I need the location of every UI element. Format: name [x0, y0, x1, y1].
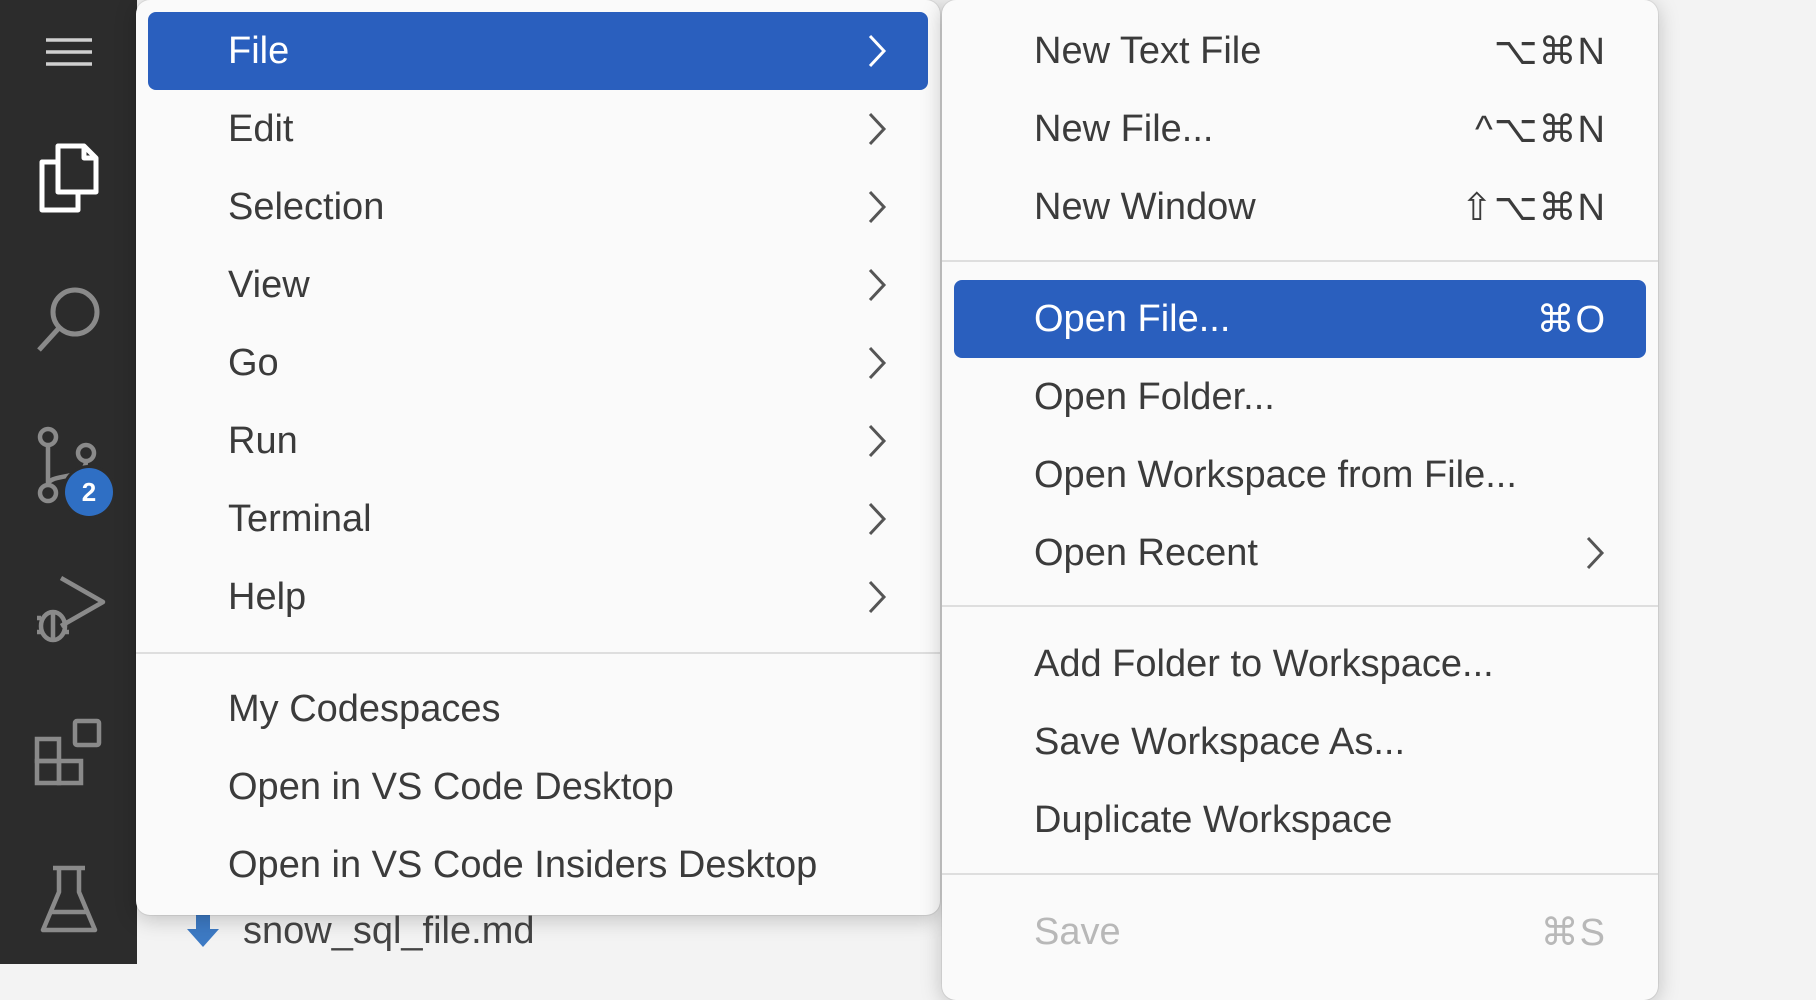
- submenu-item-save: Save ⌘S: [954, 893, 1646, 971]
- submenu-item-duplicate-workspace[interactable]: Duplicate Workspace: [954, 781, 1646, 859]
- menu-separator: [942, 873, 1658, 875]
- submenu-item-new-window[interactable]: New Window ⇧⌥⌘N: [954, 168, 1646, 246]
- file-submenu: New Text File ⌥⌘N New File... ^⌥⌘N New W…: [942, 0, 1658, 1000]
- menu-separator: [942, 260, 1658, 262]
- chevron-right-icon: [868, 424, 887, 458]
- chevron-right-icon: [868, 190, 887, 224]
- chevron-right-icon: [868, 268, 887, 302]
- menu-item-run[interactable]: Run: [148, 402, 928, 480]
- menu-item-label: New Window: [1034, 185, 1256, 228]
- menu-item-help[interactable]: Help: [148, 558, 928, 636]
- chevron-right-icon: [868, 346, 887, 380]
- menu-item-my-codespaces[interactable]: My Codespaces: [148, 670, 928, 748]
- run-debug-icon[interactable]: [0, 570, 137, 646]
- submenu-item-open-file[interactable]: Open File... ⌘O: [954, 280, 1646, 358]
- chevron-right-icon: [868, 580, 887, 614]
- menu-item-label: Open in VS Code Desktop: [228, 765, 674, 808]
- menu-item-label: Add Folder to Workspace...: [1034, 642, 1494, 685]
- download-arrow-icon: [187, 913, 219, 947]
- menu-item-go[interactable]: Go: [148, 324, 928, 402]
- menu-item-label: Edit: [228, 107, 294, 150]
- menu-item-label: Selection: [228, 185, 385, 228]
- submenu-item-save-workspace-as[interactable]: Save Workspace As...: [954, 703, 1646, 781]
- flask-icon[interactable]: [0, 862, 137, 938]
- menu-item-label: Duplicate Workspace: [1034, 798, 1393, 841]
- menu-item-open-vscode-insiders[interactable]: Open in VS Code Insiders Desktop: [148, 826, 928, 904]
- menu-item-file[interactable]: File: [148, 12, 928, 90]
- extensions-icon[interactable]: [0, 715, 137, 791]
- menu-item-label: New File...: [1034, 107, 1214, 150]
- shortcut-label: ⌘S: [1540, 911, 1606, 954]
- menu-item-label: Help: [228, 575, 307, 618]
- menu-item-label: Terminal: [228, 497, 372, 540]
- menu-item-label: My Codespaces: [228, 687, 501, 730]
- menu-item-label: View: [228, 263, 310, 306]
- activity-bar: 2: [0, 0, 137, 964]
- chevron-right-icon: [868, 502, 887, 536]
- menu-item-label: Open File...: [1034, 297, 1231, 340]
- menubar-dropdown: File Edit Selection View Go Run Terminal…: [136, 0, 940, 915]
- submenu-item-new-file[interactable]: New File... ^⌥⌘N: [954, 90, 1646, 168]
- shortcut-label: ⌥⌘N: [1493, 30, 1606, 73]
- menu-item-label: New Text File: [1034, 29, 1262, 72]
- submenu-item-open-folder[interactable]: Open Folder...: [954, 358, 1646, 436]
- file-name: snow_sql_file.md: [243, 909, 535, 952]
- menu-item-label: Open in VS Code Insiders Desktop: [228, 843, 818, 886]
- menu-item-label: Open Recent: [1034, 531, 1258, 574]
- menu-item-label: File: [228, 29, 290, 72]
- shortcut-label: ^⌥⌘N: [1474, 108, 1606, 151]
- menu-item-edit[interactable]: Edit: [148, 90, 928, 168]
- menu-item-label: Save Workspace As...: [1034, 720, 1406, 763]
- menu-separator: [942, 605, 1658, 607]
- menu-item-label: Run: [228, 419, 298, 462]
- menu-item-selection[interactable]: Selection: [148, 168, 928, 246]
- chevron-right-icon: [868, 34, 887, 68]
- submenu-item-new-text-file[interactable]: New Text File ⌥⌘N: [954, 12, 1646, 90]
- submenu-item-open-recent[interactable]: Open Recent: [954, 514, 1646, 592]
- source-control-badge: 2: [65, 468, 113, 516]
- chevron-right-icon: [868, 112, 887, 146]
- menu-item-label: Open Workspace from File...: [1034, 453, 1517, 496]
- menu-item-open-vscode-desktop[interactable]: Open in VS Code Desktop: [148, 748, 928, 826]
- chevron-right-icon: [1586, 536, 1605, 570]
- files-icon[interactable]: [0, 140, 137, 216]
- submenu-item-add-folder[interactable]: Add Folder to Workspace...: [954, 625, 1646, 703]
- menu-item-label: Open Folder...: [1034, 375, 1275, 418]
- menu-item-view[interactable]: View: [148, 246, 928, 324]
- menu-item-label: Save: [1034, 910, 1121, 953]
- menu-icon[interactable]: [0, 32, 137, 72]
- shortcut-label: ⌘O: [1536, 298, 1606, 341]
- menu-separator: [136, 652, 940, 654]
- menu-item-terminal[interactable]: Terminal: [148, 480, 928, 558]
- shortcut-label: ⇧⌥⌘N: [1460, 186, 1606, 229]
- submenu-item-open-workspace[interactable]: Open Workspace from File...: [954, 436, 1646, 514]
- menu-item-label: Go: [228, 341, 279, 384]
- search-icon[interactable]: [0, 282, 137, 358]
